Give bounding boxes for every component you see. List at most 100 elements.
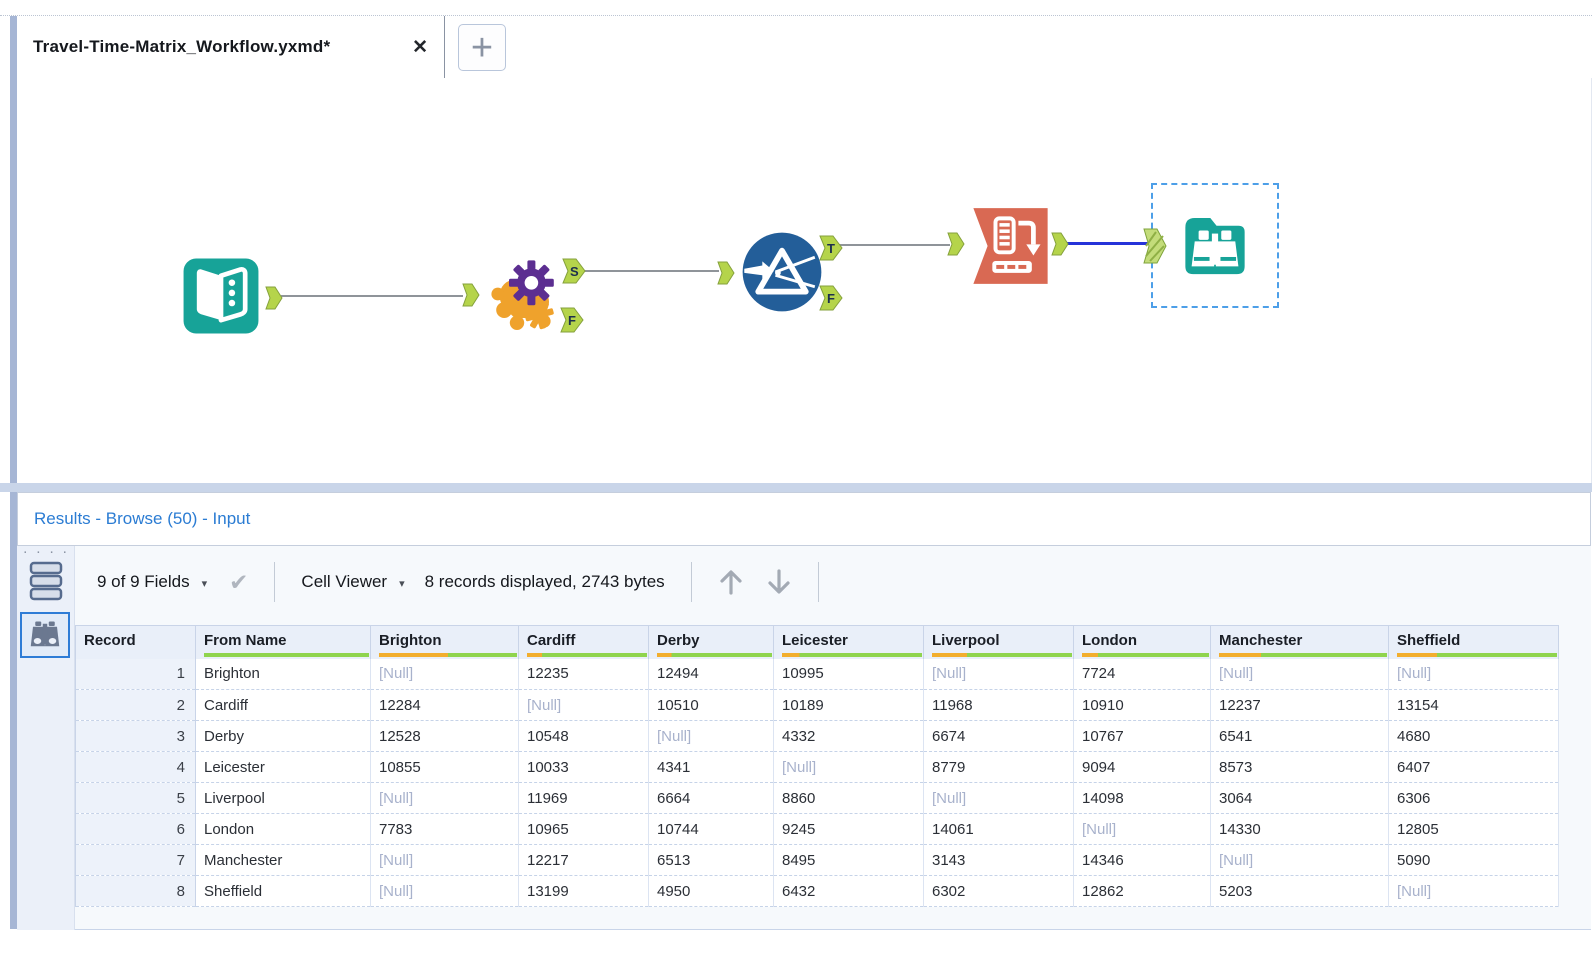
column-header[interactable]: Manchester bbox=[1211, 626, 1389, 659]
data-cell[interactable]: 10995 bbox=[774, 659, 924, 690]
data-cell[interactable]: 14346 bbox=[1074, 845, 1211, 876]
column-header[interactable]: Liverpool bbox=[924, 626, 1074, 659]
column-header[interactable]: Cardiff bbox=[519, 626, 649, 659]
filter-false-anchor[interactable]: F bbox=[819, 285, 843, 311]
data-cell[interactable]: 8495 bbox=[774, 845, 924, 876]
browse-view-button[interactable] bbox=[20, 612, 70, 658]
column-header[interactable]: Derby bbox=[649, 626, 774, 659]
data-cell[interactable]: 10510 bbox=[649, 690, 774, 721]
column-header[interactable]: Brighton bbox=[371, 626, 519, 659]
data-cell[interactable]: 6513 bbox=[649, 845, 774, 876]
column-header[interactable]: Sheffield bbox=[1389, 626, 1559, 659]
column-header[interactable]: From Name bbox=[196, 626, 371, 659]
data-cell[interactable]: Manchester bbox=[196, 845, 371, 876]
record-number-cell[interactable]: 6 bbox=[76, 814, 196, 845]
data-cell[interactable]: [Null] bbox=[519, 690, 649, 721]
data-cell[interactable]: 7724 bbox=[1074, 659, 1211, 690]
data-cell[interactable]: [Null] bbox=[371, 845, 519, 876]
data-cell[interactable]: 4341 bbox=[649, 752, 774, 783]
data-cell[interactable]: [Null] bbox=[924, 659, 1074, 690]
record-number-cell[interactable]: 7 bbox=[76, 845, 196, 876]
data-cell[interactable]: 10189 bbox=[774, 690, 924, 721]
data-cell[interactable]: 6306 bbox=[1389, 783, 1559, 814]
data-cell[interactable]: London bbox=[196, 814, 371, 845]
data-cell[interactable]: [Null] bbox=[371, 876, 519, 907]
apply-check-icon[interactable]: ✔ bbox=[229, 569, 248, 596]
macro-failure-anchor[interactable]: F bbox=[560, 307, 584, 333]
data-cell[interactable]: 10965 bbox=[519, 814, 649, 845]
column-header[interactable]: Record bbox=[76, 626, 196, 659]
transpose-tool[interactable] bbox=[971, 206, 1050, 286]
macro-input-anchor[interactable] bbox=[462, 283, 480, 307]
data-cell[interactable]: 4950 bbox=[649, 876, 774, 907]
data-cell[interactable]: 14098 bbox=[1074, 783, 1211, 814]
input-data-tool[interactable] bbox=[180, 257, 262, 335]
data-cell[interactable]: 12217 bbox=[519, 845, 649, 876]
data-cell[interactable]: 8779 bbox=[924, 752, 1074, 783]
connection-transpose-to-browse[interactable] bbox=[1067, 242, 1148, 245]
connection-macro-to-filter[interactable] bbox=[582, 270, 719, 272]
data-cell[interactable]: 6541 bbox=[1211, 721, 1389, 752]
data-cell[interactable]: Derby bbox=[196, 721, 371, 752]
record-number-cell[interactable]: 5 bbox=[76, 783, 196, 814]
data-cell[interactable]: Liverpool bbox=[196, 783, 371, 814]
filter-true-anchor[interactable]: T bbox=[819, 235, 843, 261]
connection-filter-to-transpose[interactable] bbox=[838, 244, 950, 246]
data-cell[interactable]: [Null] bbox=[371, 659, 519, 690]
transpose-input-anchor[interactable] bbox=[947, 232, 965, 256]
data-cell[interactable]: 9094 bbox=[1074, 752, 1211, 783]
panel-divider[interactable] bbox=[0, 483, 1592, 492]
data-cell[interactable]: 8860 bbox=[774, 783, 924, 814]
record-number-cell[interactable]: 2 bbox=[76, 690, 196, 721]
data-cell[interactable]: 12528 bbox=[371, 721, 519, 752]
workflow-tab[interactable]: Travel-Time-Matrix_Workflow.yxmd* ✕ bbox=[17, 16, 445, 78]
new-tab-button[interactable]: + bbox=[458, 24, 506, 71]
data-cell[interactable]: 12237 bbox=[1211, 690, 1389, 721]
browse-input-anchor[interactable] bbox=[1143, 228, 1167, 264]
data-cell[interactable]: 12284 bbox=[371, 690, 519, 721]
close-tab-icon[interactable]: ✕ bbox=[412, 36, 444, 59]
data-cell[interactable]: 13154 bbox=[1389, 690, 1559, 721]
filter-input-anchor[interactable] bbox=[717, 261, 735, 285]
data-cell[interactable]: [Null] bbox=[1389, 659, 1559, 690]
data-cell[interactable]: 11969 bbox=[519, 783, 649, 814]
workflow-canvas[interactable]: S F T bbox=[17, 78, 1592, 483]
data-cell[interactable]: 7783 bbox=[371, 814, 519, 845]
data-cell[interactable]: 10744 bbox=[649, 814, 774, 845]
data-cell[interactable]: 6407 bbox=[1389, 752, 1559, 783]
macro-success-anchor[interactable]: S bbox=[562, 258, 586, 284]
arrow-down-icon[interactable] bbox=[766, 568, 792, 596]
data-cell[interactable]: 5203 bbox=[1211, 876, 1389, 907]
chevron-down-icon[interactable]: ▾ bbox=[202, 577, 208, 590]
data-cell[interactable]: 6674 bbox=[924, 721, 1074, 752]
data-cell[interactable]: [Null] bbox=[371, 783, 519, 814]
data-cell[interactable]: 12494 bbox=[649, 659, 774, 690]
gear-macro-tool[interactable]: S F bbox=[484, 254, 566, 334]
data-cell[interactable]: [Null] bbox=[649, 721, 774, 752]
data-cell[interactable]: 10767 bbox=[1074, 721, 1211, 752]
data-cell[interactable]: [Null] bbox=[1074, 814, 1211, 845]
data-cell[interactable]: 6664 bbox=[649, 783, 774, 814]
data-cell[interactable]: 10855 bbox=[371, 752, 519, 783]
data-cell[interactable]: 11968 bbox=[924, 690, 1074, 721]
data-cell[interactable]: Leicester bbox=[196, 752, 371, 783]
data-cell[interactable]: 3143 bbox=[924, 845, 1074, 876]
data-cell[interactable]: 10033 bbox=[519, 752, 649, 783]
data-cell[interactable]: 9245 bbox=[774, 814, 924, 845]
data-cell[interactable]: [Null] bbox=[774, 752, 924, 783]
data-cell[interactable]: [Null] bbox=[1211, 845, 1389, 876]
data-cell[interactable]: 4332 bbox=[774, 721, 924, 752]
record-number-cell[interactable]: 8 bbox=[76, 876, 196, 907]
data-cell[interactable]: 4680 bbox=[1389, 721, 1559, 752]
data-cell[interactable]: 14330 bbox=[1211, 814, 1389, 845]
table-view-icon[interactable] bbox=[29, 560, 63, 602]
record-number-cell[interactable]: 4 bbox=[76, 752, 196, 783]
data-cell[interactable]: [Null] bbox=[924, 783, 1074, 814]
filter-tool[interactable]: T F bbox=[741, 231, 823, 313]
data-cell[interactable]: 10910 bbox=[1074, 690, 1211, 721]
data-cell[interactable]: 13199 bbox=[519, 876, 649, 907]
record-number-cell[interactable]: 3 bbox=[76, 721, 196, 752]
data-cell[interactable]: [Null] bbox=[1211, 659, 1389, 690]
data-cell[interactable]: Cardiff bbox=[196, 690, 371, 721]
connection-input-to-macro[interactable] bbox=[281, 295, 463, 297]
